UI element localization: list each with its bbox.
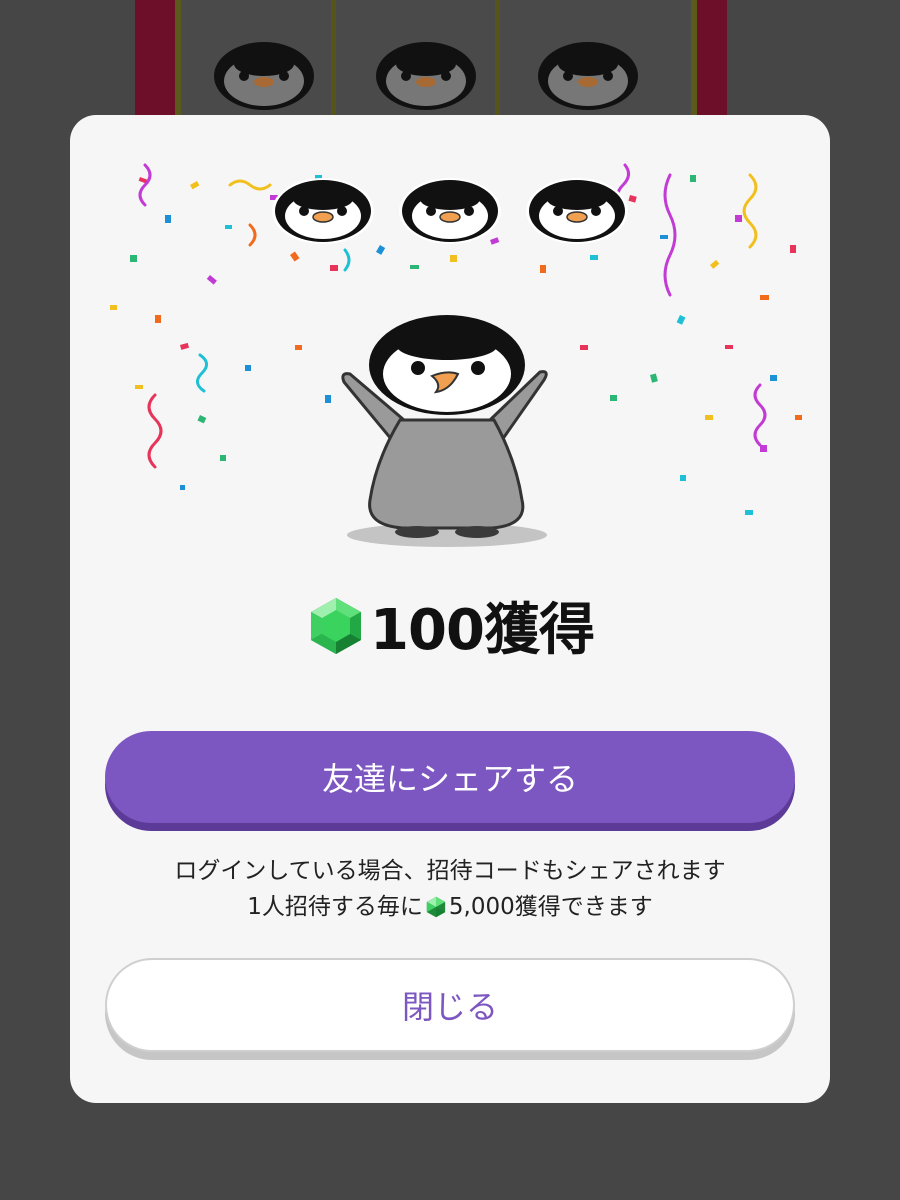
invite-note-line1: ログインしている場合、招待コードもシェアされます [174,858,726,884]
penguin-icon [538,42,638,110]
share-with-friends-button[interactable]: 友達にシェアする [105,731,795,823]
reel-divider [331,0,336,118]
invite-note: ログインしている場合、招待コードもシェアされます 1人招待する毎に 5,000獲… [70,853,830,925]
gem-icon [311,597,362,654]
close-button[interactable]: 閉じる [105,958,795,1052]
penguin-icon [526,178,628,244]
reward-dialog: 100獲得 友達にシェアする ログインしている場合、招待コードもシェアされます … [70,115,830,1103]
penguin-icon [272,178,374,244]
reward-text: 100獲得 [370,598,595,663]
penguin-icon [214,42,314,110]
gem-icon [426,896,446,918]
reel-divider [495,0,500,118]
penguin-icon [376,42,476,110]
cheering-penguin-illustration [341,315,548,547]
invite-note-line2: 1人招待する毎に 5,000獲得できます [247,889,653,925]
invite-note-prefix: 1人招待する毎に [247,894,423,920]
reward-amount: 100獲得 [70,585,830,666]
penguin-icon [399,178,501,244]
invite-note-suffix: 5,000獲得できます [448,894,653,920]
